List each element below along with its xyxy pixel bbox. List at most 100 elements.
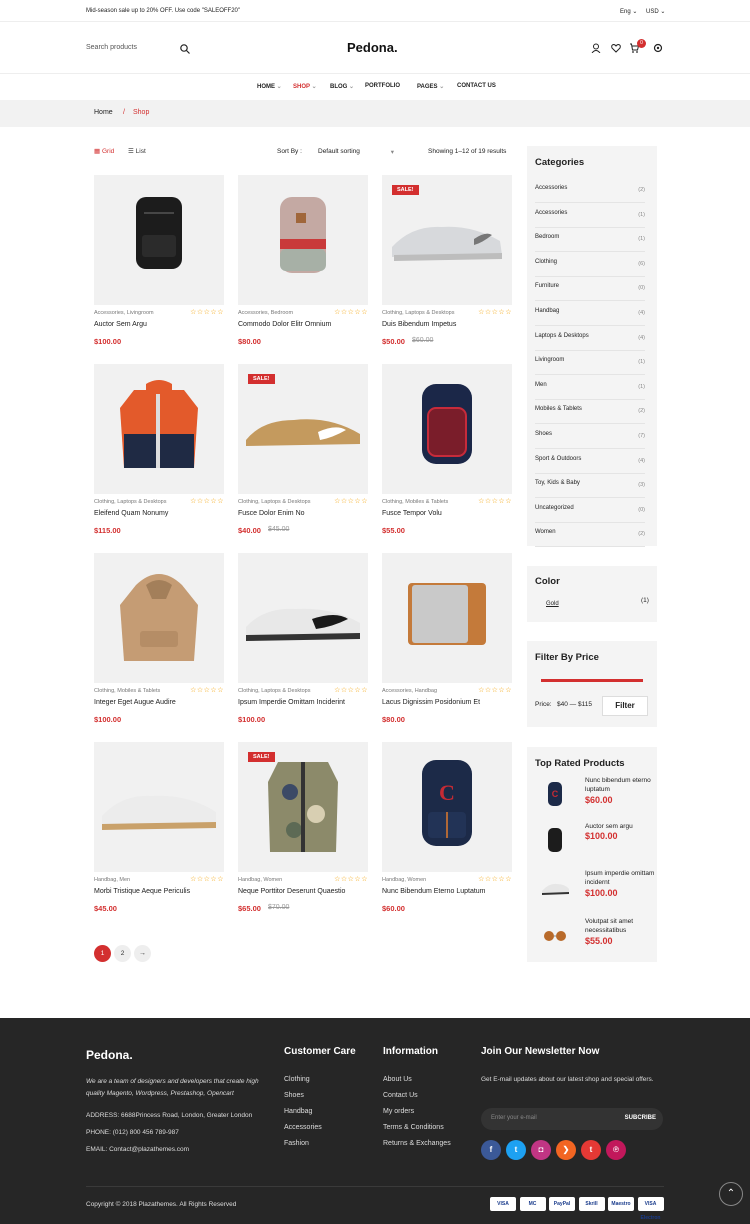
product-image[interactable] <box>94 175 224 305</box>
product-categories[interactable]: Clothing, Laptops & Desktops <box>238 499 310 505</box>
tumblr-icon[interactable]: t <box>581 1140 601 1160</box>
footer-link-returns[interactable]: Returns & Exchanges <box>383 1140 451 1147</box>
top-rated-item[interactable]: Ipsum imperdie omittam incidernt $100.00 <box>527 869 657 913</box>
product-card[interactable]: Accessories, Livingroom ☆☆☆☆☆ Auctor Sem A… <box>94 175 224 346</box>
list-view-toggle[interactable]: ☰ List <box>128 147 146 155</box>
product-categories[interactable]: Handbag, Women <box>382 877 426 883</box>
product-title[interactable]: Eleifend Quam Nonumy <box>94 510 168 517</box>
top-rated-item[interactable]: Volutpat sit amet necessitatibus $55.00 <box>527 917 657 961</box>
category-name[interactable]: Mobiles & Tablets <box>535 406 582 412</box>
product-categories[interactable]: Accessories, Handbag <box>382 688 437 694</box>
product-title[interactable]: Neque Porttitor Deserunt Quaestio <box>238 888 345 895</box>
footer-link-about[interactable]: About Us <box>383 1076 412 1083</box>
category-item[interactable]: Men (1) <box>535 376 645 400</box>
top-rated-name[interactable]: Auctor sem argu <box>585 822 655 831</box>
footer-link-terms[interactable]: Terms & Conditions <box>383 1124 444 1131</box>
search-input[interactable]: Search products <box>86 44 137 51</box>
product-image[interactable] <box>382 553 512 683</box>
product-image[interactable]: SALE! <box>382 175 512 305</box>
nav-shop[interactable]: SHOP ⌄ <box>293 83 317 90</box>
product-title[interactable]: Fusce Tempor Volu <box>382 510 442 517</box>
product-image[interactable]: C <box>382 742 512 872</box>
color-gold[interactable]: Gold <box>546 601 559 607</box>
product-card[interactable]: Handbag, Men ☆☆☆☆☆ Morbi Tristique Aeque P… <box>94 742 224 913</box>
product-categories[interactable]: Clothing, Laptops & Desktops <box>94 499 166 505</box>
category-name[interactable]: Accessories <box>535 210 567 216</box>
product-categories[interactable]: Handbag, Men <box>94 877 130 883</box>
category-item[interactable]: Clothing (6) <box>535 253 645 277</box>
instagram-icon[interactable]: ◘ <box>531 1140 551 1160</box>
footer-link-fashion[interactable]: Fashion <box>284 1140 309 1147</box>
top-rated-name[interactable]: Ipsum imperdie omittam incidernt <box>585 869 655 887</box>
language-select[interactable]: Eng ⌄ <box>620 8 637 15</box>
footer-link-contact[interactable]: Contact Us <box>383 1092 418 1099</box>
category-item[interactable]: Accessories (1) <box>535 204 645 228</box>
product-card[interactable]: Clothing, Mobiles & Tablets ☆☆☆☆☆ Integer … <box>94 553 224 724</box>
category-name[interactable]: Furniture <box>535 283 559 289</box>
nav-contact[interactable]: CONTACT US <box>457 83 496 89</box>
product-card[interactable]: SALE! Clothing, Laptops & Desktops ☆☆☆☆☆ Fu… <box>238 364 368 535</box>
product-image[interactable] <box>94 742 224 872</box>
footer-link-orders[interactable]: My orders <box>383 1108 414 1115</box>
logo[interactable]: Pedona. <box>347 40 398 55</box>
footer-link-handbag[interactable]: Handbag <box>284 1108 312 1115</box>
product-card[interactable]: Accessories, Handbag ☆☆☆☆☆ Lacus Dignissim… <box>382 553 512 724</box>
product-card[interactable]: C Handbag, Women ☆☆☆☆☆ Nunc Bibendum Eterno… <box>382 742 512 913</box>
nav-blog[interactable]: BLOG ⌄ <box>330 83 354 90</box>
category-name[interactable]: Toy, Kids & Baby <box>535 480 580 486</box>
category-name[interactable]: Clothing <box>535 259 557 265</box>
product-title[interactable]: Auctor Sem Argu <box>94 321 147 328</box>
filter-button[interactable]: Filter <box>602 696 648 716</box>
twitter-icon[interactable]: t <box>506 1140 526 1160</box>
product-categories[interactable]: Clothing, Laptops & Desktops <box>238 688 310 694</box>
nav-portfolio[interactable]: PORTFOLIO <box>365 83 400 89</box>
facebook-icon[interactable]: f <box>481 1140 501 1160</box>
category-name[interactable]: Women <box>535 529 556 535</box>
currency-select[interactable]: USD ⌄ <box>646 8 665 15</box>
product-card[interactable]: Clothing, Laptops & Desktops ☆☆☆☆☆ Eleifen… <box>94 364 224 535</box>
search-icon[interactable] <box>180 44 190 54</box>
page-2-button[interactable]: 2 <box>114 945 131 962</box>
product-categories[interactable]: Accessories, Livingroom <box>94 310 154 316</box>
top-rated-name[interactable]: Nunc bibendum eterno luptatum <box>585 776 655 794</box>
product-title[interactable]: Morbi Tristique Aeque Periculis <box>94 888 190 895</box>
category-name[interactable]: Livingroom <box>535 357 564 363</box>
category-item[interactable]: Toy, Kids & Baby (3) <box>535 474 645 499</box>
product-categories[interactable]: Handbag, Women <box>238 877 282 883</box>
newsletter-email-input[interactable]: Enter your e-mail <box>491 1115 537 1121</box>
next-page-button[interactable]: → <box>134 945 151 962</box>
footer-link-clothing[interactable]: Clothing <box>284 1076 310 1083</box>
top-rated-image[interactable] <box>541 873 569 901</box>
category-item[interactable]: Livingroom (1) <box>535 351 645 376</box>
scroll-top-button[interactable]: ⌃ <box>719 1182 743 1206</box>
category-item[interactable]: Furniture (0) <box>535 277 645 302</box>
footer-link-shoes[interactable]: Shoes <box>284 1092 304 1099</box>
product-image[interactable] <box>94 553 224 683</box>
category-name[interactable]: Bedroom <box>535 234 559 240</box>
price-range-slider[interactable] <box>541 679 643 682</box>
product-card[interactable]: Accessories, Bedroom ☆☆☆☆☆ Commodo Dolor E… <box>238 175 368 346</box>
category-item[interactable]: Mobiles & Tablets (2) <box>535 400 645 425</box>
rss-icon[interactable]: ❯ <box>556 1140 576 1160</box>
product-card[interactable]: SALE! Clothing, Laptops & Desktops ☆☆☆☆☆ Du… <box>382 175 512 346</box>
product-categories[interactable]: Accessories, Bedroom <box>238 310 293 316</box>
product-card[interactable]: Clothing, Mobiles & Tablets ☆☆☆☆☆ Fusce Te… <box>382 364 512 535</box>
heart-icon[interactable] <box>611 43 621 53</box>
category-name[interactable]: Handbag <box>535 308 559 314</box>
category-item[interactable]: Shoes (7) <box>535 425 645 449</box>
product-image[interactable] <box>238 175 368 305</box>
category-item[interactable]: Laptops & Desktops (4) <box>535 327 645 351</box>
product-image[interactable]: SALE! <box>238 742 368 872</box>
breadcrumb-home[interactable]: Home <box>94 109 113 116</box>
product-image[interactable]: SALE! <box>238 364 368 494</box>
category-item[interactable]: Sport & Outdoors (4) <box>535 450 645 474</box>
product-image[interactable] <box>238 553 368 683</box>
nav-home[interactable]: HOME ⌄ <box>257 83 282 90</box>
product-title[interactable]: Duis Bibendum Impetus <box>382 321 456 328</box>
product-categories[interactable]: Clothing, Mobiles & Tablets <box>382 499 448 505</box>
category-item[interactable]: Uncategorized (0) <box>535 499 645 523</box>
product-title[interactable]: Lacus Dignissim Posidonium Et <box>382 699 480 706</box>
gear-icon[interactable] <box>653 43 663 53</box>
product-categories[interactable]: Clothing, Mobiles & Tablets <box>94 688 160 694</box>
grid-view-toggle[interactable]: ▦ Grid <box>94 147 114 155</box>
